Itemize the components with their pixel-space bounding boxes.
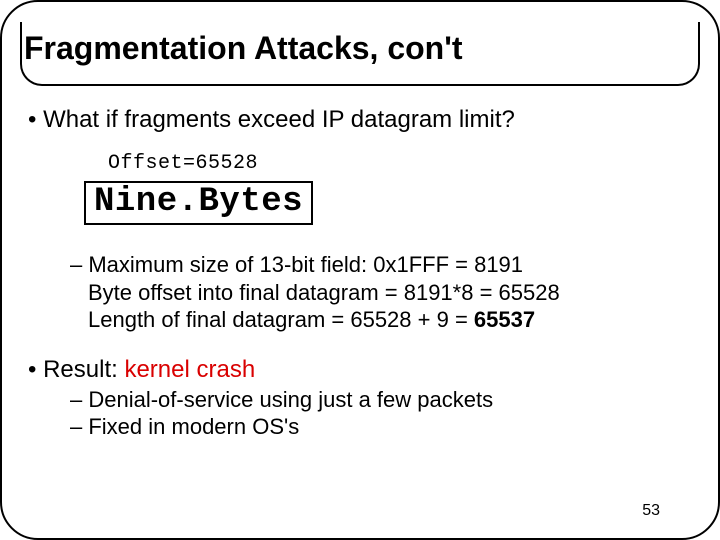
result-sub-1: Denial-of-service using just a few packe… <box>70 386 688 414</box>
slide-body: What if fragments exceed IP datagram lim… <box>28 102 688 441</box>
maxsize-line-2-text: Byte offset into final datagram = 8191*8… <box>70 279 560 307</box>
maxsize-block: Maximum size of 13-bit field: 0x1FFF = 8… <box>70 251 688 334</box>
maxsize-line-3: Length of final datagram = 65528 + 9 = 6… <box>70 306 688 334</box>
maxsize-line-1-text: Maximum size of 13-bit field: 0x1FFF = 8… <box>70 252 523 277</box>
title-region: Fragmentation Attacks, con't <box>20 22 700 86</box>
maxsize-line-1: Maximum size of 13-bit field: 0x1FFF = 8… <box>70 251 688 279</box>
result-bullet: Result: kernel crash <box>28 356 688 384</box>
kernel-crash-text: kernel crash <box>124 356 255 383</box>
result-subblock: Denial-of-service using just a few packe… <box>70 386 688 441</box>
nine-bytes-box: Nine.Bytes <box>84 181 313 225</box>
offset-label: Offset=65528 <box>108 152 688 175</box>
maxsize-line-2: Byte offset into final datagram = 8191*8… <box>70 279 688 307</box>
maxsize-line-3-prefix: Length of final datagram = 65528 + 9 = <box>88 307 474 332</box>
bullet-question: What if fragments exceed IP datagram lim… <box>28 106 688 134</box>
result-sub-2: Fixed in modern OS's <box>70 413 688 441</box>
maxsize-line-3-bold: 65537 <box>474 307 535 332</box>
slide-title: Fragmentation Attacks, con't <box>24 30 462 66</box>
slide-frame: Fragmentation Attacks, con't What if fra… <box>0 0 720 540</box>
page-number: 53 <box>642 502 660 520</box>
result-prefix: Result: <box>43 356 124 383</box>
